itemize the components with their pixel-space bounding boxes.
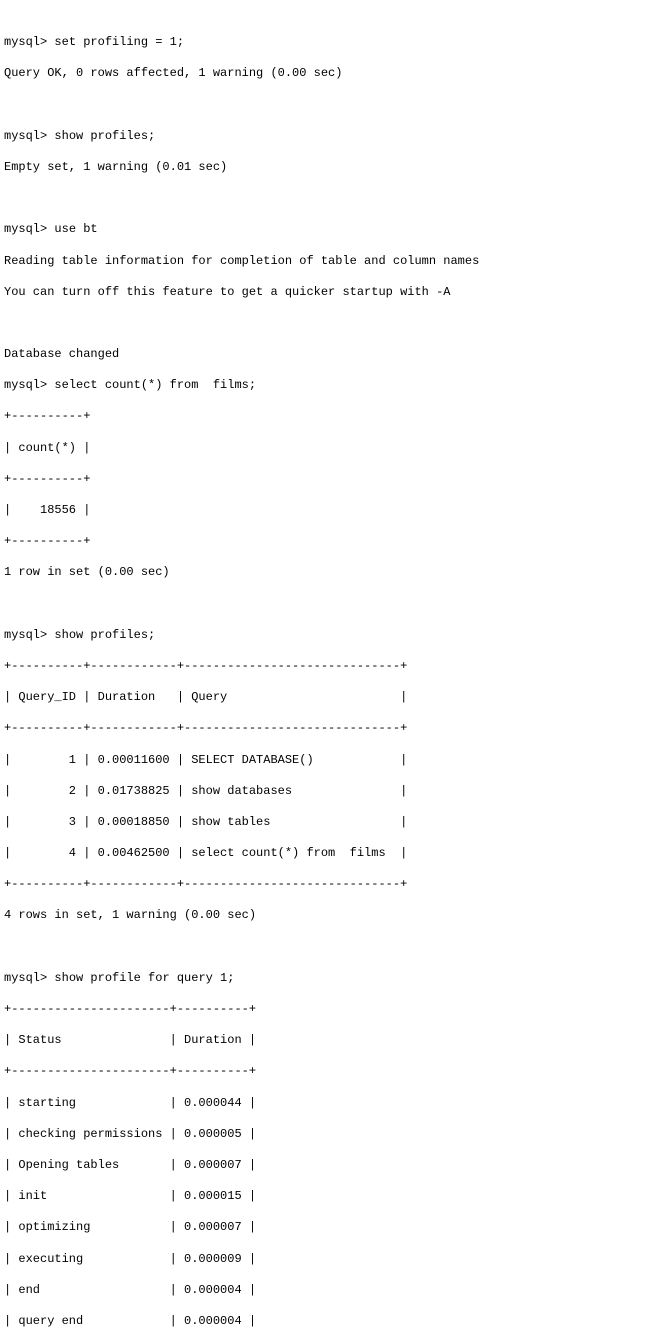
mysql-prompt: mysql>	[4, 35, 54, 49]
terminal-output: mysql> use bt	[4, 222, 656, 238]
table-row: | 2 | 0.01738825 | show databases |	[4, 784, 656, 800]
command: show profile for query 1;	[54, 971, 234, 985]
table-border: +----------+------------+---------------…	[4, 659, 656, 675]
table-border: +----------------------+----------+	[4, 1002, 656, 1018]
table-row: | starting | 0.000044 |	[4, 1096, 656, 1112]
terminal-output: mysql> show profile for query 1;	[4, 971, 656, 987]
mysql-prompt: mysql>	[4, 222, 54, 236]
blank-line	[4, 191, 656, 207]
table-header: | Query_ID | Duration | Query |	[4, 690, 656, 706]
blank-line	[4, 316, 656, 332]
table-row: | query end | 0.000004 |	[4, 1314, 656, 1328]
table-row: | end | 0.000004 |	[4, 1283, 656, 1299]
command: show profiles;	[54, 628, 155, 642]
table-border: +----------+	[4, 472, 656, 488]
table-row: | checking permissions | 0.000005 |	[4, 1127, 656, 1143]
terminal-output: mysql> select count(*) from films;	[4, 378, 656, 394]
terminal-output: mysql> set profiling = 1;	[4, 35, 656, 51]
result-line: Database changed	[4, 347, 656, 363]
blank-line	[4, 940, 656, 956]
table-row: | 1 | 0.00011600 | SELECT DATABASE() |	[4, 753, 656, 769]
result-line: You can turn off this feature to get a q…	[4, 285, 656, 301]
table-row: | 18556 |	[4, 503, 656, 519]
result-line: 1 row in set (0.00 sec)	[4, 565, 656, 581]
mysql-prompt: mysql>	[4, 129, 54, 143]
table-border: +----------+------------+---------------…	[4, 877, 656, 893]
result-line: Empty set, 1 warning (0.01 sec)	[4, 160, 656, 176]
command: select count(*) from films;	[54, 378, 256, 392]
table-border: +----------+------------+---------------…	[4, 721, 656, 737]
table-header: | count(*) |	[4, 441, 656, 457]
command: set profiling = 1;	[54, 35, 184, 49]
terminal-output: mysql> show profiles;	[4, 129, 656, 145]
mysql-prompt: mysql>	[4, 378, 54, 392]
command: use bt	[54, 222, 97, 236]
table-row: | executing | 0.000009 |	[4, 1252, 656, 1268]
table-row: | init | 0.000015 |	[4, 1189, 656, 1205]
table-border: +----------------------+----------+	[4, 1064, 656, 1080]
table-header: | Status | Duration |	[4, 1033, 656, 1049]
result-line: Query OK, 0 rows affected, 1 warning (0.…	[4, 66, 656, 82]
terminal-output: mysql> show profiles;	[4, 628, 656, 644]
mysql-prompt: mysql>	[4, 628, 54, 642]
table-row: | optimizing | 0.000007 |	[4, 1220, 656, 1236]
command: show profiles;	[54, 129, 155, 143]
table-border: +----------+	[4, 409, 656, 425]
result-line: Reading table information for completion…	[4, 254, 656, 270]
mysql-prompt: mysql>	[4, 971, 54, 985]
blank-line	[4, 597, 656, 613]
table-border: +----------+	[4, 534, 656, 550]
table-row: | 3 | 0.00018850 | show tables |	[4, 815, 656, 831]
result-line: 4 rows in set, 1 warning (0.00 sec)	[4, 908, 656, 924]
table-row: | Opening tables | 0.000007 |	[4, 1158, 656, 1174]
table-row: | 4 | 0.00462500 | select count(*) from …	[4, 846, 656, 862]
blank-line	[4, 98, 656, 114]
